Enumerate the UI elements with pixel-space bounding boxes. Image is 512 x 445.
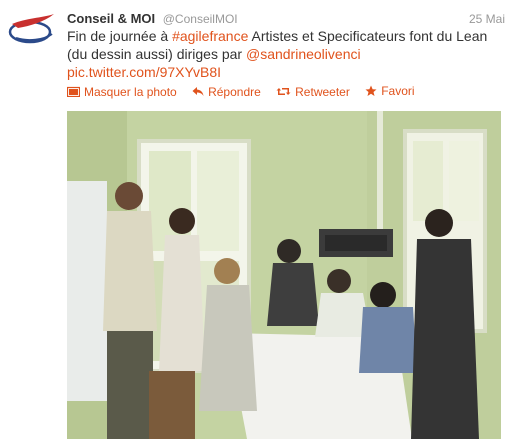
photo-icon xyxy=(67,86,80,97)
logo-icon xyxy=(8,14,54,44)
tweet-photo[interactable] xyxy=(67,111,501,439)
favorite-label: Favori xyxy=(381,84,415,98)
timestamp[interactable]: 25 Mai xyxy=(469,10,505,28)
retweet-button[interactable]: Retweeter xyxy=(276,84,350,100)
hashtag-link[interactable]: #agilefrance xyxy=(172,28,248,44)
reply-button[interactable]: Répondre xyxy=(192,84,261,100)
photo-image xyxy=(67,111,501,439)
hide-photo-label: Masquer la photo xyxy=(84,84,177,99)
tweet-text-part1: Fin de journée à xyxy=(67,28,173,44)
tweet-actions: Masquer la photo Répondre Retweeter Favo… xyxy=(67,83,507,99)
avatar[interactable] xyxy=(8,10,56,50)
reply-icon xyxy=(192,87,204,96)
favorite-button[interactable]: Favori xyxy=(365,83,415,99)
author-name[interactable]: Conseil & MOI xyxy=(67,11,155,26)
author-handle[interactable]: @ConseilMOI xyxy=(163,12,238,26)
retweet-icon xyxy=(276,88,291,95)
reply-label: Répondre xyxy=(208,84,261,99)
media-link[interactable]: pic.twitter.com/97XYvB8I xyxy=(67,64,221,80)
mention-link[interactable]: @sandrineolivenci xyxy=(246,46,361,62)
retweet-label: Retweeter xyxy=(295,84,350,99)
tweet-header: Conseil & MOI @ConseilMOI 25 Mai xyxy=(67,10,507,28)
star-icon xyxy=(365,85,377,96)
tweet-text: Fin de journée à #agilefrance Artistes e… xyxy=(67,27,507,81)
hide-photo-button[interactable]: Masquer la photo xyxy=(67,84,177,100)
